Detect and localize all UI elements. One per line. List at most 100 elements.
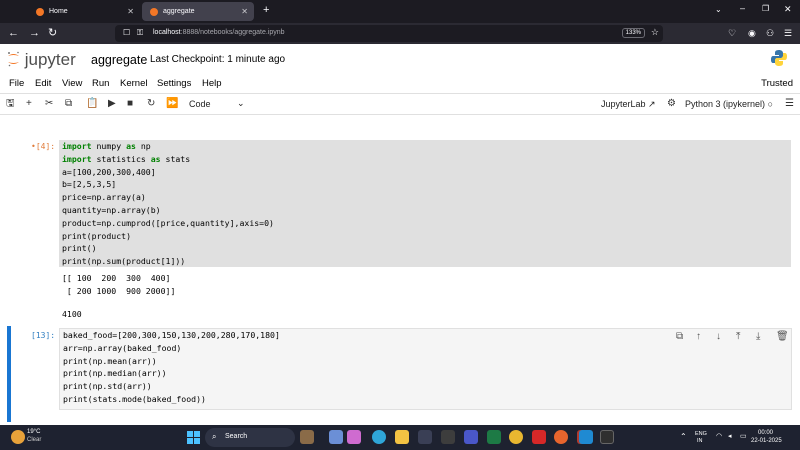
jupyter-logo-text: jupyter — [24, 50, 76, 69]
weather-temperature: 19°C — [27, 429, 41, 435]
menu-kernel[interactable]: Kernel — [120, 78, 147, 89]
back-icon[interactable]: ← — [8, 26, 19, 40]
output-line: 4100 — [62, 309, 82, 319]
menu-settings[interactable]: Settings — [157, 78, 191, 89]
terminal-icon[interactable] — [600, 430, 614, 444]
app-icon[interactable] — [464, 430, 478, 444]
output-line: [[ 100 200 300 400] — [62, 273, 171, 283]
volume-icon[interactable]: ◂ — [728, 432, 732, 440]
app-icon[interactable] — [441, 430, 455, 444]
code-line: print() — [62, 243, 97, 254]
insert-above-icon[interactable]: ⤒ — [736, 331, 740, 342]
code-line: print(product) — [62, 230, 132, 241]
clock-date[interactable]: 22-01-2025 — [751, 438, 782, 444]
menu-help[interactable]: Help — [202, 78, 222, 89]
widgets-icon[interactable] — [300, 430, 314, 444]
restart-run-all-icon[interactable]: ⏩ — [166, 98, 178, 110]
excel-icon[interactable] — [487, 430, 501, 444]
code-line: quantity=np.array(b) — [62, 204, 161, 215]
tab-list-icon[interactable]: ⌄ — [715, 5, 722, 14]
taskbar-search[interactable]: ⌕ Search — [205, 428, 295, 447]
file-explorer-icon[interactable] — [347, 430, 361, 444]
close-tab-icon[interactable]: ✕ — [127, 7, 134, 16]
jupyterlab-label: JupyterLab — [601, 99, 646, 109]
account-icon[interactable]: ◉ — [748, 26, 756, 40]
last-checkpoint: Last Checkpoint: 1 minute ago — [150, 54, 286, 65]
extensions-icon[interactable]: ⚇ — [766, 26, 774, 40]
minimize-icon[interactable]: – — [740, 3, 745, 13]
trusted-indicator[interactable]: Trusted — [761, 78, 793, 89]
restart-icon[interactable]: ↻ — [147, 98, 155, 110]
debugger-icon[interactable]: ⚙ — [667, 98, 676, 110]
insert-cell-icon[interactable]: + — [26, 98, 32, 110]
windows-start-icon[interactable] — [187, 431, 200, 444]
copy-icon[interactable]: ⧉ — [65, 98, 72, 110]
duplicate-cell-icon[interactable]: ⧉ — [676, 331, 683, 342]
code-line: price=np.array(a) — [62, 192, 146, 203]
tab-aggregate[interactable]: aggregate ✕ — [142, 2, 254, 21]
paste-icon[interactable]: 📋 — [86, 98, 98, 110]
move-down-icon[interactable]: ↓ — [716, 331, 721, 342]
tray-chevron-icon[interactable]: ⌃ — [680, 432, 687, 441]
menu-file[interactable]: File — [9, 78, 24, 89]
youtube-icon[interactable] — [532, 430, 546, 444]
search-label: Search — [225, 433, 248, 440]
language-indicator[interactable]: ENG — [695, 431, 707, 437]
code-line: print(np.median(arr)) — [63, 368, 167, 379]
tab-home[interactable]: Home ✕ — [28, 2, 140, 21]
close-tab-icon[interactable]: ✕ — [241, 7, 248, 16]
jupyter-favicon-icon — [36, 7, 44, 16]
edge-icon[interactable] — [372, 430, 386, 444]
kernel-status[interactable]: Python 3 (ipykernel) ○ — [685, 99, 773, 109]
code-line: import numpy as np — [62, 141, 151, 151]
jupyter-header: jupyter aggregate Last Checkpoint: 1 min… — [0, 44, 800, 75]
folder-icon[interactable] — [395, 430, 409, 444]
wifi-icon[interactable]: ◠ — [716, 432, 722, 440]
cut-icon[interactable]: ✂ — [45, 98, 53, 110]
insert-below-icon[interactable]: ⤓ — [756, 331, 760, 342]
menu-edit[interactable]: Edit — [35, 78, 51, 89]
store-icon[interactable] — [418, 430, 432, 444]
menu-view[interactable]: View — [62, 78, 82, 89]
close-window-icon[interactable]: ✕ — [784, 4, 792, 15]
forward-icon[interactable]: → — [29, 26, 40, 40]
vscode-icon[interactable] — [579, 430, 593, 444]
windows-taskbar: 19°C Clear ⌕ Search ⌃ ENG IN ◠ ◂ ▭ 00:00… — [0, 425, 800, 450]
run-icon[interactable]: ▶ — [108, 98, 116, 110]
battery-icon[interactable]: ▭ — [740, 432, 747, 440]
page-info-icon[interactable]: ☐ — [123, 28, 130, 37]
url-path: :8888/notebooks/aggregate.ipynb — [180, 29, 285, 36]
code-line: print(np.mean(arr)) — [63, 355, 157, 366]
zoom-level[interactable]: 133% — [621, 28, 645, 38]
address-bar[interactable]: ☐ ⚿ localhost:8888/notebooks/aggregate.i… — [115, 25, 663, 42]
menu-run[interactable]: Run — [92, 78, 109, 89]
firefox-icon[interactable] — [554, 430, 568, 444]
chevron-down-icon[interactable]: ⌄ — [237, 98, 245, 109]
copilot-icon[interactable] — [329, 430, 343, 444]
code-line: a=[100,200,300,400] — [62, 166, 156, 177]
clock-time[interactable]: 00:00 — [758, 430, 773, 436]
code-cell-input[interactable]: import numpy as np import statistics as … — [59, 140, 791, 267]
reload-icon[interactable]: ↻ — [48, 26, 57, 40]
language-region: IN — [697, 438, 703, 444]
jupyter-logo[interactable]: jupyter — [7, 49, 76, 70]
lock-icon[interactable]: ⚿ — [137, 28, 143, 38]
python-logo-icon — [771, 50, 787, 66]
chrome-icon[interactable] — [509, 430, 523, 444]
cell-type-select[interactable]: Code — [189, 99, 211, 109]
jupyterlab-link[interactable]: JupyterLab ↗ — [601, 99, 656, 110]
notebook-title[interactable]: aggregate — [91, 53, 147, 67]
delete-cell-icon[interactable]: 🗑 — [776, 331, 789, 342]
new-tab-button[interactable]: + — [263, 4, 269, 16]
move-up-icon[interactable]: ↑ — [696, 331, 701, 342]
interrupt-icon[interactable]: ■ — [127, 98, 133, 110]
menu-icon[interactable]: ☰ — [785, 98, 794, 110]
search-icon: ⌕ — [212, 432, 217, 441]
bookmark-star-icon[interactable]: ☆ — [651, 27, 659, 38]
weather-icon[interactable] — [11, 430, 25, 444]
save-icon[interactable]: 🖫 — [6, 98, 15, 110]
code-line: print(stats.mode(baked_food)) — [63, 393, 206, 404]
restore-icon[interactable]: ❐ — [762, 4, 769, 13]
pocket-icon[interactable]: ♡ — [728, 26, 736, 40]
app-menu-icon[interactable]: ☰ — [784, 26, 792, 40]
